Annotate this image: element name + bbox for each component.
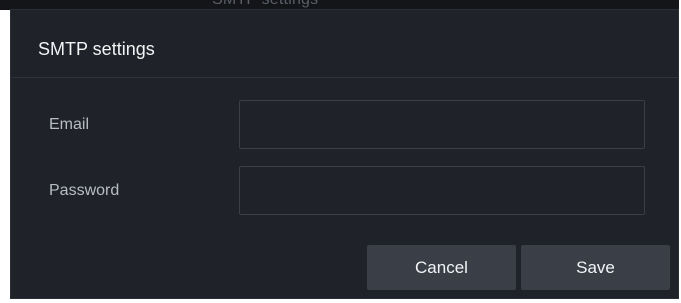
dialog-header: SMTP settings bbox=[11, 10, 678, 78]
save-button[interactable]: Save bbox=[521, 245, 670, 290]
dialog-title: SMTP settings bbox=[38, 39, 155, 59]
cancel-button[interactable]: Cancel bbox=[367, 245, 516, 290]
password-field[interactable] bbox=[239, 166, 645, 215]
backdrop-title: SMTP settings bbox=[212, 0, 318, 9]
email-label: Email bbox=[49, 116, 90, 133]
smtp-settings-dialog: SMTP settings Email Password Cancel Save bbox=[10, 9, 679, 299]
email-field[interactable] bbox=[239, 100, 645, 149]
screen: SMTP settings SMTP settings Email Passwo… bbox=[0, 0, 681, 303]
password-label: Password bbox=[49, 182, 120, 199]
